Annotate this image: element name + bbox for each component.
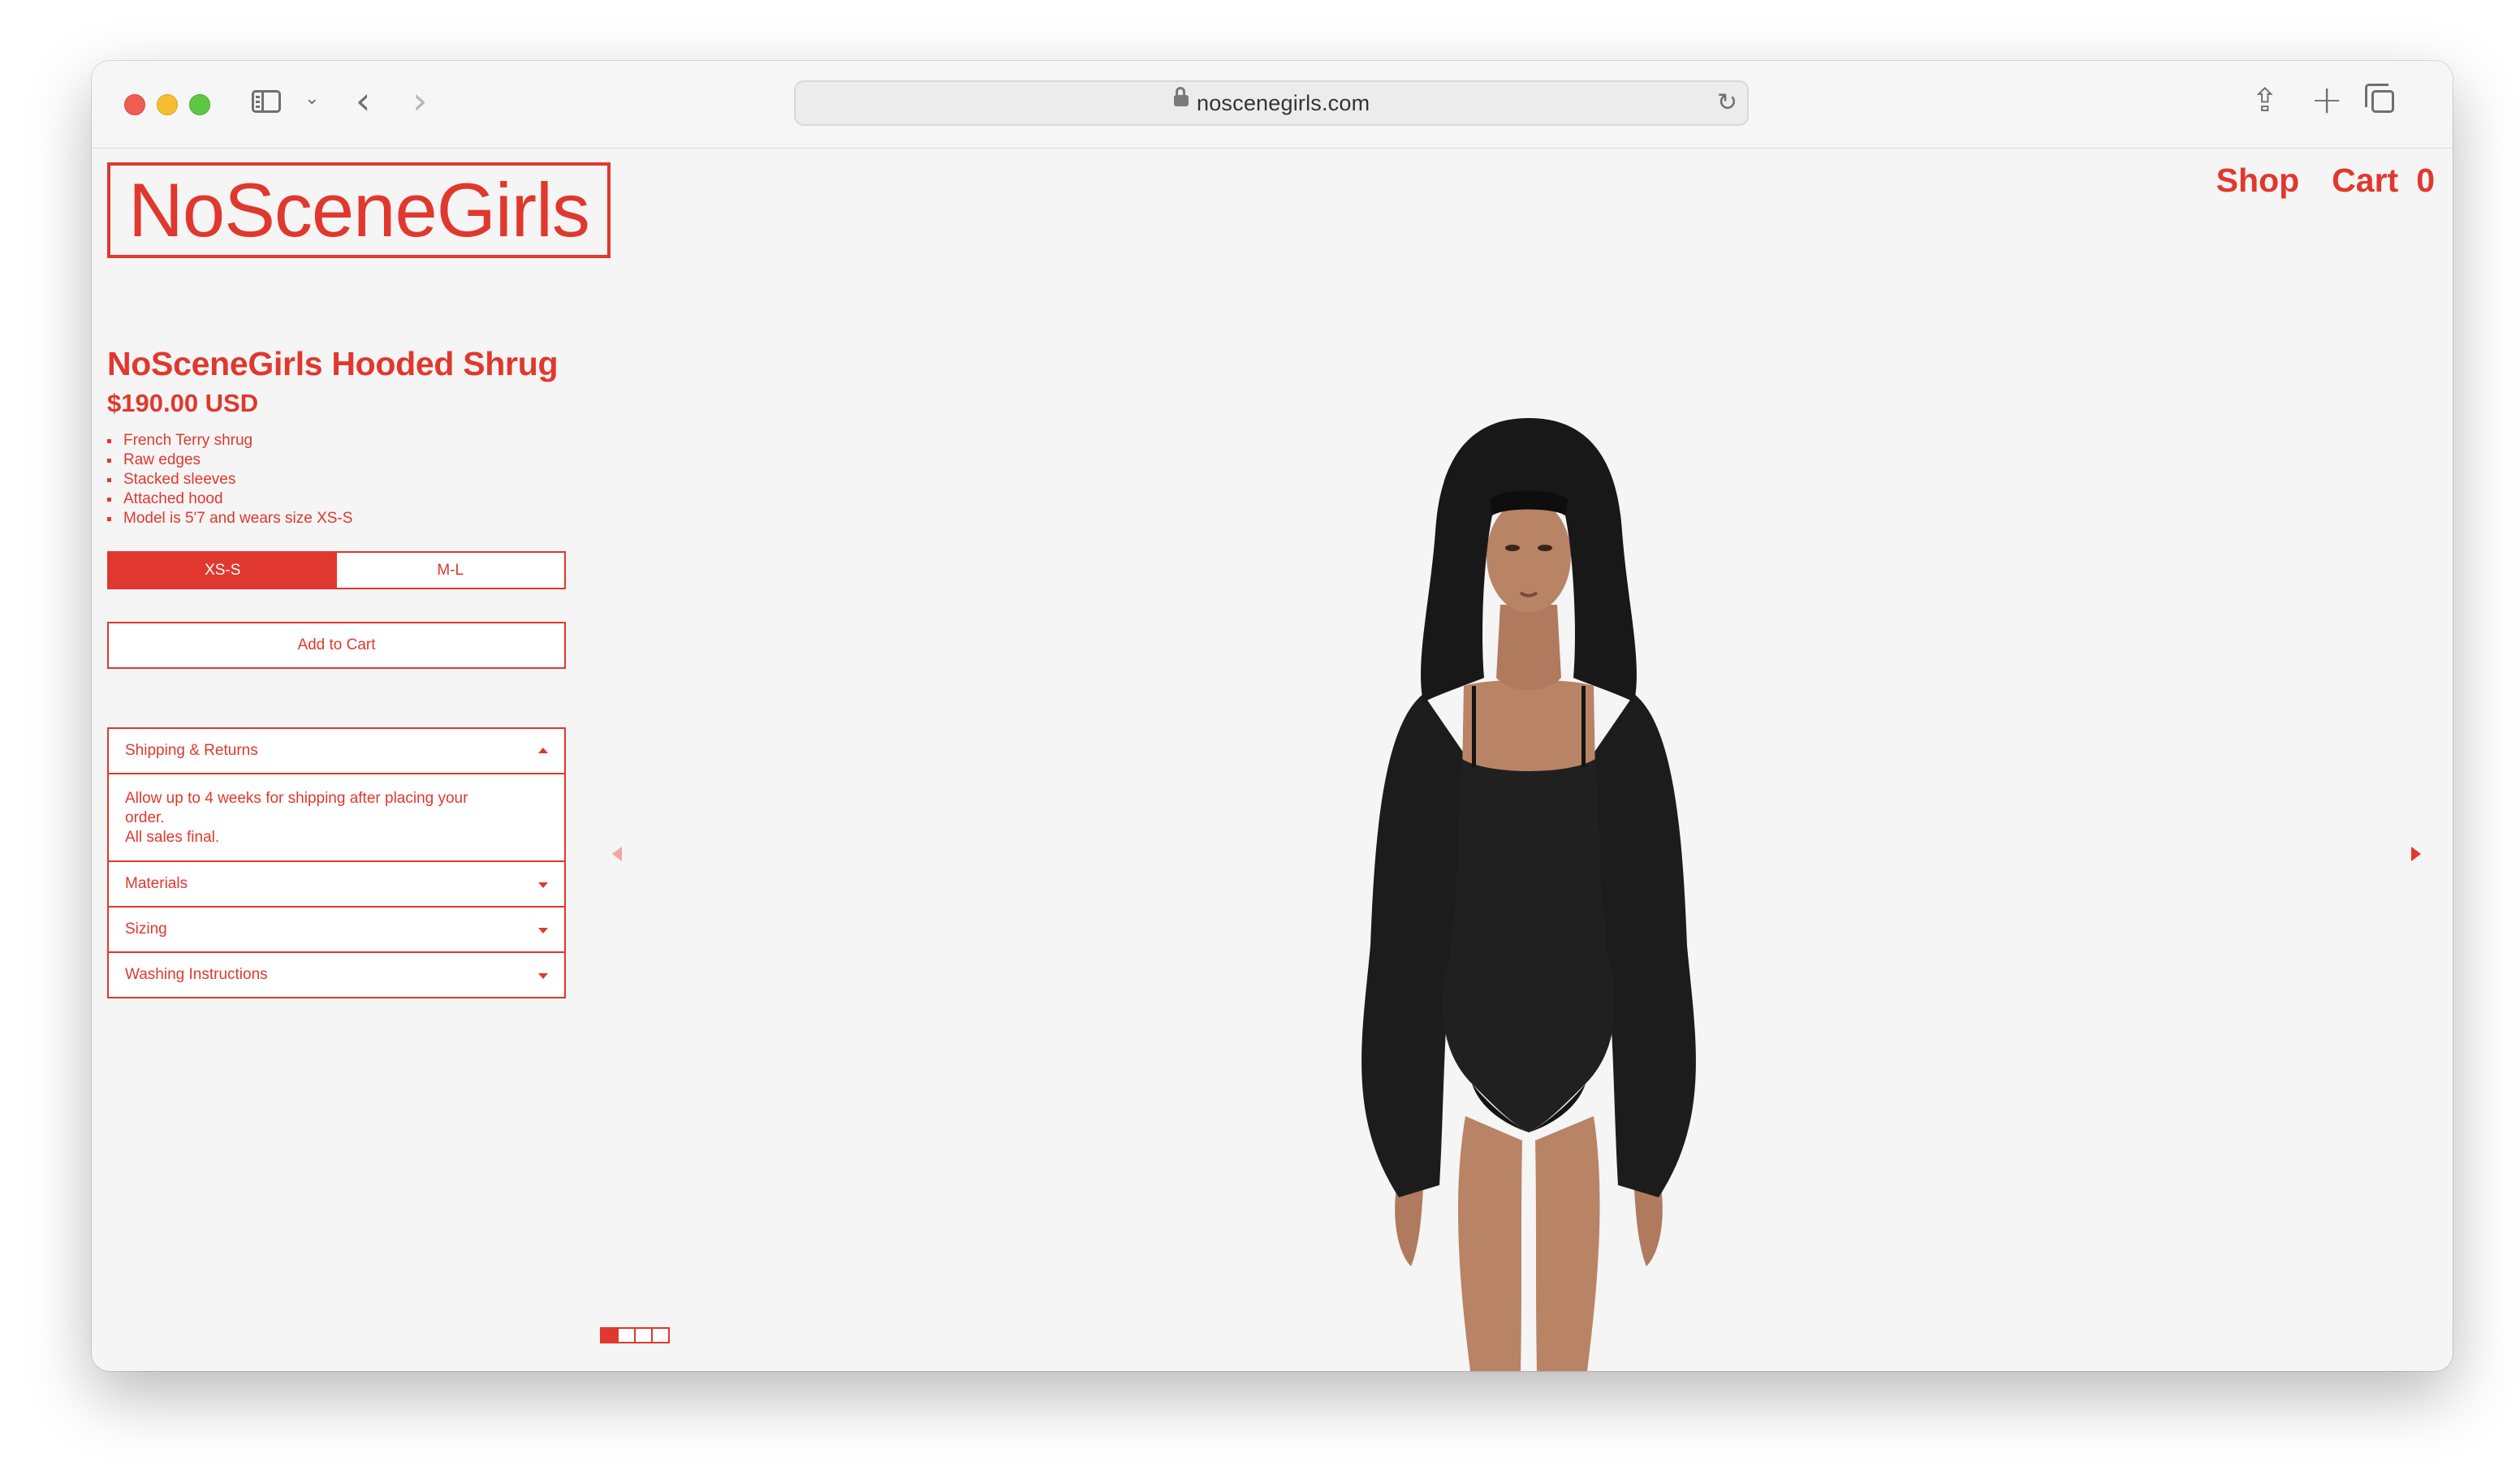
share-icon[interactable]: ⇪ [2251,82,2279,119]
lock-icon [1174,87,1189,106]
feature-item: Raw edges [107,451,566,470]
shipping-text: Allow up to 4 weeks for shipping after p… [125,790,468,826]
feature-item: Model is 5'7 and wears size XS-S [107,509,566,528]
accordion-shipping-returns[interactable]: Shipping & Returns [109,729,564,773]
caret-down-icon [538,973,548,979]
caret-down-icon [538,928,548,934]
product-image [1277,418,1780,1371]
accordion-washing-instructions[interactable]: Washing Instructions [109,951,564,997]
browser-window: ⌄ ‹ › noscenegirls.com ↻ ⇪ + NoSceneGirl… [92,61,2453,1371]
feature-item: Attached hood [107,489,566,509]
chevron-down-icon[interactable]: ⌄ [304,88,319,109]
new-tab-plus-icon[interactable]: + [2311,77,2343,123]
carousel-prev-arrow-icon[interactable] [612,847,622,861]
accordion-materials[interactable]: Materials [109,860,564,906]
top-nav: Shop Cart 0 [2216,162,2435,200]
accordion-title: Materials [125,875,188,892]
product-info: NoSceneGirls Hooded Shrug $190.00 USD Fr… [107,343,566,998]
feature-item: Stacked sleeves [107,470,566,489]
cart-link[interactable]: Cart 0 [2332,162,2435,200]
accordion-sizing[interactable]: Sizing [109,906,564,951]
product-price: $190.00 USD [107,389,259,417]
add-to-cart-button[interactable]: Add to Cart [107,622,566,669]
address-bar[interactable]: noscenegirls.com ↻ [794,80,1749,126]
size-option-xs-s[interactable]: XS-S [109,553,337,588]
accordion-title: Shipping & Returns [125,742,258,759]
size-option-m-l[interactable]: M-L [336,553,564,588]
zoom-window-button[interactable] [189,94,210,115]
size-selector: XS-S M-L [107,551,566,589]
url-text: noscenegirls.com [1197,91,1370,115]
web-page: NoSceneGirls Shop Cart 0 NoSceneGirls Ho… [92,149,2453,1371]
accordion-title: Sizing [125,921,167,938]
cart-label: Cart [2332,162,2399,199]
close-window-button[interactable] [124,94,145,115]
tab-overview-icon[interactable] [2365,84,2394,113]
product-accordion: Shipping & Returns Allow up to 4 weeks f… [107,727,566,998]
shop-link[interactable]: Shop [2216,162,2299,200]
minimize-window-button[interactable] [157,94,178,115]
back-arrow-icon[interactable]: ‹ [356,79,370,123]
carousel-dot[interactable] [602,1329,617,1342]
carousel-dot[interactable] [651,1329,668,1342]
accordion-title: Washing Instructions [125,966,268,983]
site-logo[interactable]: NoSceneGirls [107,162,611,258]
carousel-dot[interactable] [634,1329,651,1342]
carousel-pagination [600,1327,670,1343]
product-title: NoSceneGirls Hooded Shrug [107,345,559,382]
caret-down-icon [538,882,548,888]
forward-arrow-icon[interactable]: › [412,79,427,123]
caret-up-icon [538,748,548,753]
sidebar-toggle-icon[interactable] [252,90,281,113]
returns-text: All sales final. [125,829,220,846]
carousel-next-arrow-icon[interactable] [2411,847,2421,861]
carousel-dot[interactable] [617,1329,634,1342]
feature-item: French Terry shrug [107,431,566,451]
browser-toolbar: ⌄ ‹ › noscenegirls.com ↻ ⇪ + [92,61,2453,149]
feature-list: French Terry shrug Raw edges Stacked sle… [107,431,566,528]
cart-count: 0 [2416,162,2435,199]
shipping-returns-content: Allow up to 4 weeks for shipping after p… [109,773,564,860]
reload-icon[interactable]: ↻ [1717,88,1737,117]
